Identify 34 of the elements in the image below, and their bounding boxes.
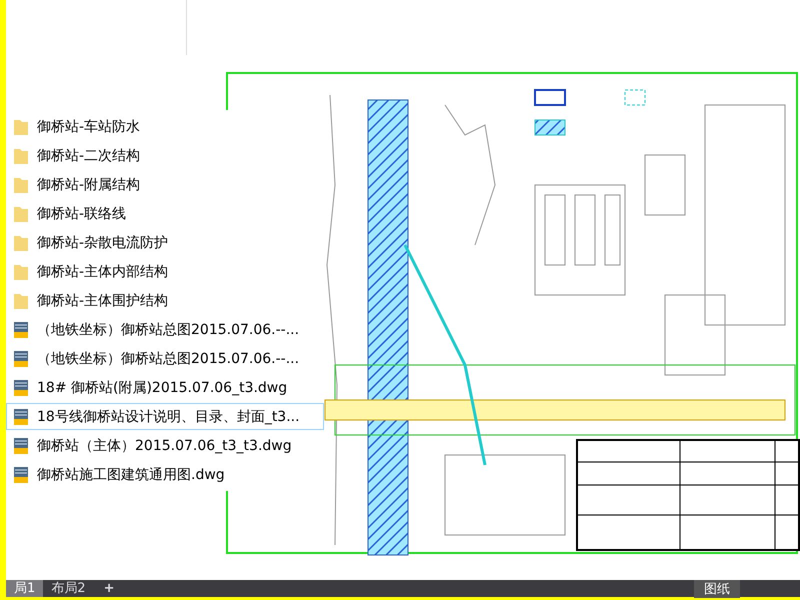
folder-icon [13, 262, 29, 280]
file-item[interactable]: 御桥站-主体内部结构 [6, 258, 324, 285]
file-item[interactable]: 18号线御桥站设计说明、目录、封面_t3... [6, 403, 324, 430]
building-outline [644, 154, 686, 216]
legend-swatch [534, 89, 566, 106]
dwg-file-icon [13, 350, 29, 368]
file-item[interactable]: 御桥站-杂散电流防护 [6, 229, 324, 256]
folder-icon [13, 176, 29, 194]
file-item[interactable]: 御桥站-主体围护结构 [6, 287, 324, 314]
legend-swatch [624, 90, 646, 106]
add-layout-button[interactable]: + [94, 581, 124, 596]
file-item[interactable]: （地铁坐标）御桥站总图2015.07.06.--... [6, 345, 324, 372]
folder-icon [13, 118, 29, 136]
file-item[interactable]: 御桥站-附属结构 [6, 171, 324, 198]
folder-icon [13, 234, 29, 252]
file-item[interactable]: 御桥站（主体）2015.07.06_t3_t3.dwg [6, 432, 324, 459]
folder-icon [13, 204, 29, 222]
layout-tab[interactable]: 布局2 [43, 580, 94, 597]
layout-tab[interactable]: 局1 [6, 580, 44, 597]
file-item[interactable]: 御桥站施工图建筑通用图.dwg [6, 461, 324, 488]
file-item[interactable]: （地铁坐标）御桥站总图2015.07.06.--... [6, 316, 324, 343]
dwg-file-icon [13, 436, 29, 454]
file-item[interactable]: 御桥站-联络线 [6, 200, 324, 227]
dwg-file-icon [13, 320, 29, 338]
dwg-file-icon [13, 378, 29, 396]
folder-icon [13, 292, 29, 310]
dwg-file-icon [13, 408, 29, 426]
folder-icon [13, 146, 29, 164]
legend-swatch [534, 120, 566, 136]
file-item[interactable]: 御桥站-车站防水 [6, 113, 324, 140]
paper-space-button[interactable]: 图纸 [694, 580, 740, 598]
dwg-file-icon [13, 466, 29, 484]
file-item[interactable]: 18# 御桥站(附属)2015.07.06_t3.dwg [6, 374, 324, 401]
file-item[interactable]: 御桥站-二次结构 [6, 142, 324, 169]
